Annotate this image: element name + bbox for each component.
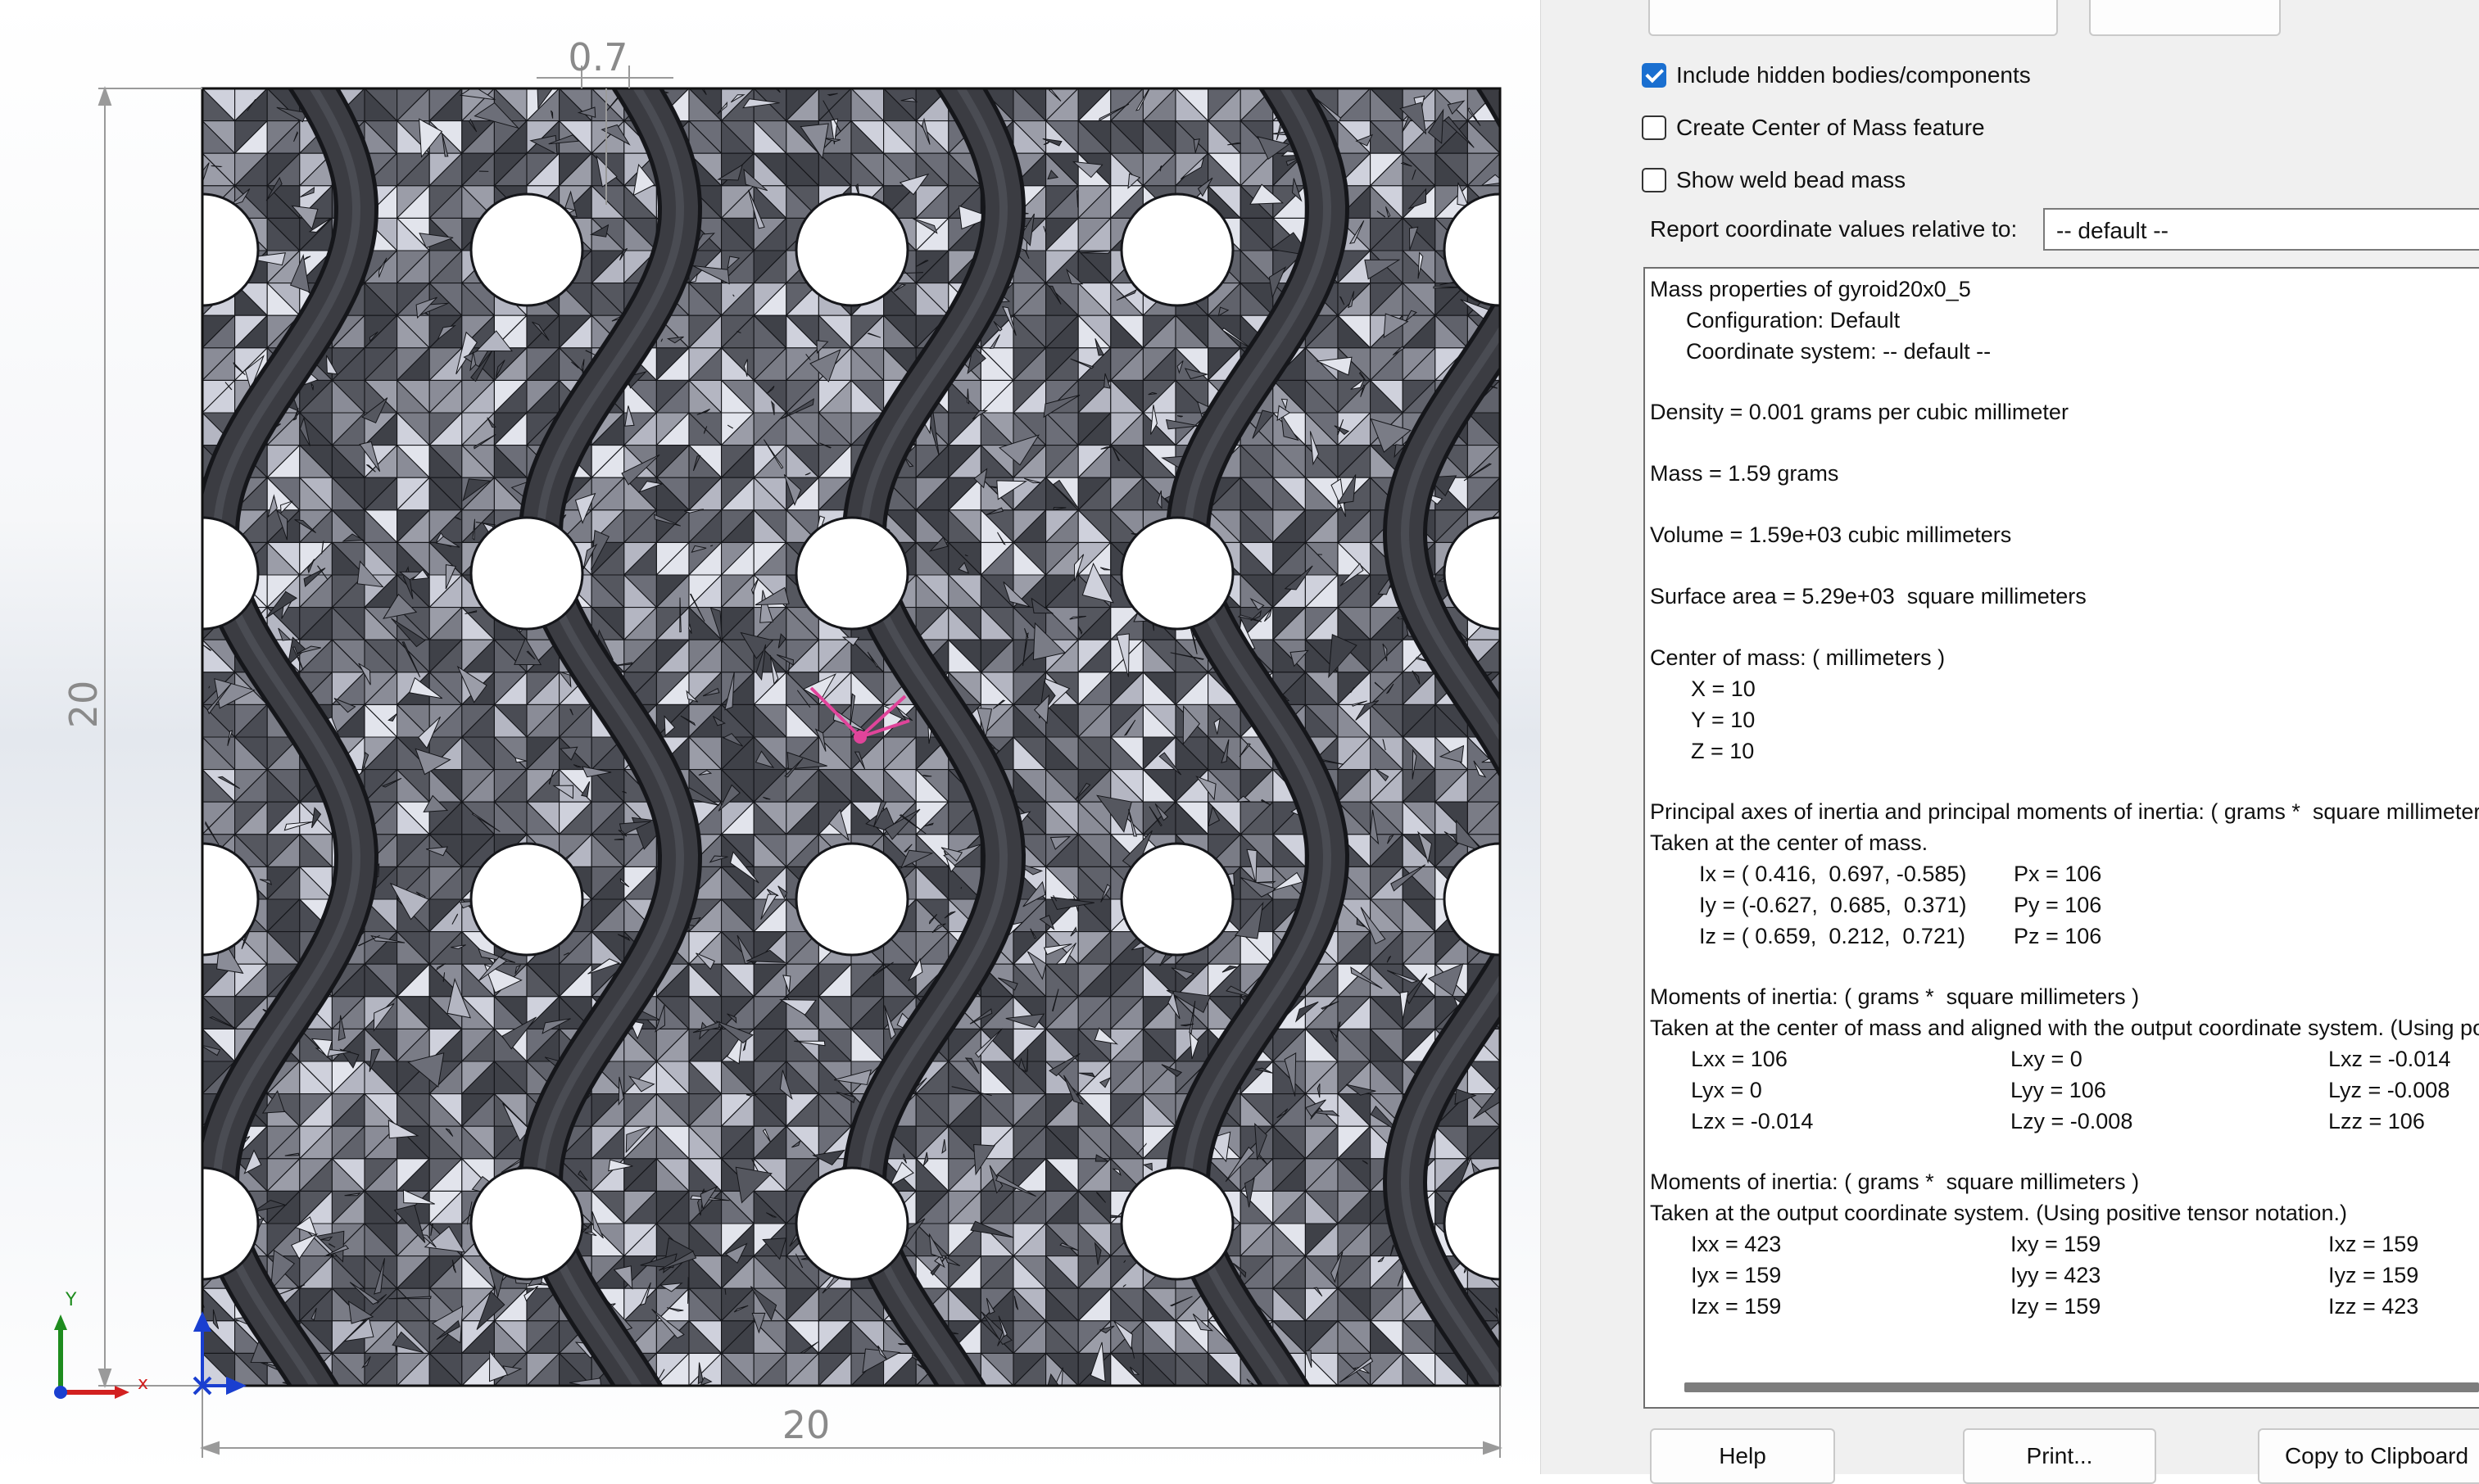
include-hidden-checkbox[interactable] [1642, 63, 1666, 88]
moi-out-cell: Ixy = 159 [2010, 1232, 2101, 1257]
report-com-z: Z = 10 [1691, 739, 1754, 764]
moi-com-cell: Lzz = 106 [2328, 1109, 2425, 1134]
report-moi-out-sub: Taken at the output coordinate system. (… [1650, 1201, 2347, 1226]
include-hidden-label: Include hidden bodies/components [1676, 62, 2031, 88]
print-button[interactable]: Print... [1963, 1428, 2156, 1484]
moi-com-cell: Lyy = 106 [2010, 1078, 2106, 1103]
mesh-facet [961, 887, 962, 889]
report-com-y: Y = 10 [1691, 708, 1755, 733]
dimension-top-label[interactable]: 0.7 [568, 35, 628, 79]
report-moi-com-sub: Taken at the center of mass and aligned … [1650, 1016, 2479, 1041]
gyroid-hole [796, 194, 908, 305]
gyroid-hole [796, 844, 908, 955]
report-com-header: Center of mass: ( millimeters ) [1650, 645, 1945, 671]
moi-out-cell: Izx = 159 [1691, 1294, 1781, 1319]
panel-top-button-right[interactable] [2089, 0, 2281, 36]
gyroid-hole [1444, 1168, 1540, 1279]
panel-top-button-left[interactable] [1648, 0, 2058, 36]
report-surface-area: Surface area = 5.29e+03 square millimete… [1650, 584, 2087, 609]
gyroid-hole [1444, 844, 1540, 955]
principal-moment-row: Py = 106 [2014, 893, 2101, 918]
weld-bead-label: Show weld bead mass [1676, 167, 1906, 193]
principal-axis-row: Iy = (-0.627, 0.685, 0.371) [1699, 893, 1966, 918]
report-coordinate-system: Coordinate system: -- default -- [1686, 339, 1991, 364]
gyroid-hole [1444, 518, 1540, 629]
gyroid-hole [471, 194, 582, 305]
gyroid-hole [1122, 844, 1233, 955]
triad-x-label: x [138, 1373, 148, 1394]
mesh-facet [189, 559, 202, 577]
report-principal-sub: Taken at the center of mass. [1650, 830, 1928, 856]
moi-out-cell: Izz = 423 [2328, 1294, 2418, 1319]
mesh-facet [784, 1388, 798, 1394]
coord-relative-label: Report coordinate values relative to: [1650, 216, 2017, 242]
report-principal-header: Principal axes of inertia and principal … [1650, 799, 2479, 825]
moi-out-cell: Iyy = 423 [2010, 1263, 2101, 1288]
moi-out-cell: Iyz = 159 [2328, 1263, 2418, 1288]
mesh-facet [758, 75, 764, 89]
report-moi-com-header: Moments of inertia: ( grams * square mil… [1650, 984, 2139, 1010]
mesh-facet [181, 1268, 204, 1307]
help-button[interactable]: Help [1650, 1428, 1835, 1484]
gyroid-hole [1122, 1168, 1233, 1279]
moi-com-cell: Lyx = 0 [1691, 1078, 1762, 1103]
create-com-option[interactable]: Create Center of Mass feature [1642, 115, 1985, 141]
gyroid-hole [796, 518, 908, 629]
gyroid-hole [1122, 518, 1233, 629]
dimension-bottom-label[interactable]: 20 [782, 1403, 831, 1447]
moi-out-cell: Izy = 159 [2010, 1294, 2101, 1319]
gyroid-hole [1122, 194, 1233, 305]
moi-com-cell: Lxx = 106 [1691, 1047, 1788, 1072]
report-title: Mass properties of gyroid20x0_5 [1650, 277, 1971, 302]
report-volume: Volume = 1.59e+03 cubic millimeters [1650, 523, 2011, 548]
gyroid-hole [471, 844, 582, 955]
mass-properties-report[interactable]: Mass properties of gyroid20x0_5 Configur… [1643, 267, 2479, 1409]
include-hidden-option[interactable]: Include hidden bodies/components [1642, 62, 2031, 88]
report-com-x: X = 10 [1691, 676, 1756, 702]
principal-moment-row: Px = 106 [2014, 862, 2101, 887]
report-moi-out-header: Moments of inertia: ( grams * square mil… [1650, 1170, 2139, 1195]
create-com-label: Create Center of Mass feature [1676, 115, 1985, 141]
report-density: Density = 0.001 grams per cubic millimet… [1650, 400, 2069, 425]
create-com-checkbox[interactable] [1642, 115, 1666, 140]
report-horizontal-scrollbar[interactable] [1684, 1382, 2479, 1392]
dimension-left-label[interactable]: 20 [61, 681, 106, 729]
gyroid-model-view[interactable]: 0.7 20 20 Y x [0, 0, 1540, 1474]
copy-to-clipboard-button[interactable]: Copy to Clipboard [2258, 1428, 2479, 1484]
moi-out-cell: Ixx = 423 [1691, 1232, 1781, 1257]
mesh-facet [1341, 1388, 1369, 1403]
moi-com-cell: Lzx = -0.014 [1691, 1109, 1813, 1134]
moi-com-cell: Lyz = -0.008 [2328, 1078, 2450, 1103]
weld-bead-option[interactable]: Show weld bead mass [1642, 167, 1906, 193]
moi-out-cell: Iyx = 159 [1691, 1263, 1781, 1288]
moi-out-cell: Ixz = 159 [2328, 1232, 2418, 1257]
moi-com-cell: Lzy = -0.008 [2010, 1109, 2132, 1134]
moi-com-cell: Lxy = 0 [2010, 1047, 2082, 1072]
principal-axis-row: Iz = ( 0.659, 0.212, 0.721) [1699, 924, 1965, 949]
moi-com-cell: Lxz = -0.014 [2328, 1047, 2450, 1072]
gyroid-hole [796, 1168, 908, 1279]
report-mass: Mass = 1.59 grams [1650, 461, 1838, 486]
gyroid-hole [471, 518, 582, 629]
principal-moment-row: Pz = 106 [2014, 924, 2101, 949]
principal-axis-row: Ix = ( 0.416, 0.697, -0.585) [1699, 862, 1966, 887]
coord-system-select[interactable]: -- default -- [2043, 208, 2479, 251]
graphics-viewport[interactable]: 0.7 20 20 Y x [0, 0, 1540, 1474]
weld-bead-checkbox[interactable] [1642, 168, 1666, 192]
gyroid-hole [1444, 194, 1540, 305]
report-configuration: Configuration: Default [1686, 308, 1900, 333]
triad-y-label: Y [65, 1290, 77, 1310]
gyroid-hole [471, 1168, 582, 1279]
